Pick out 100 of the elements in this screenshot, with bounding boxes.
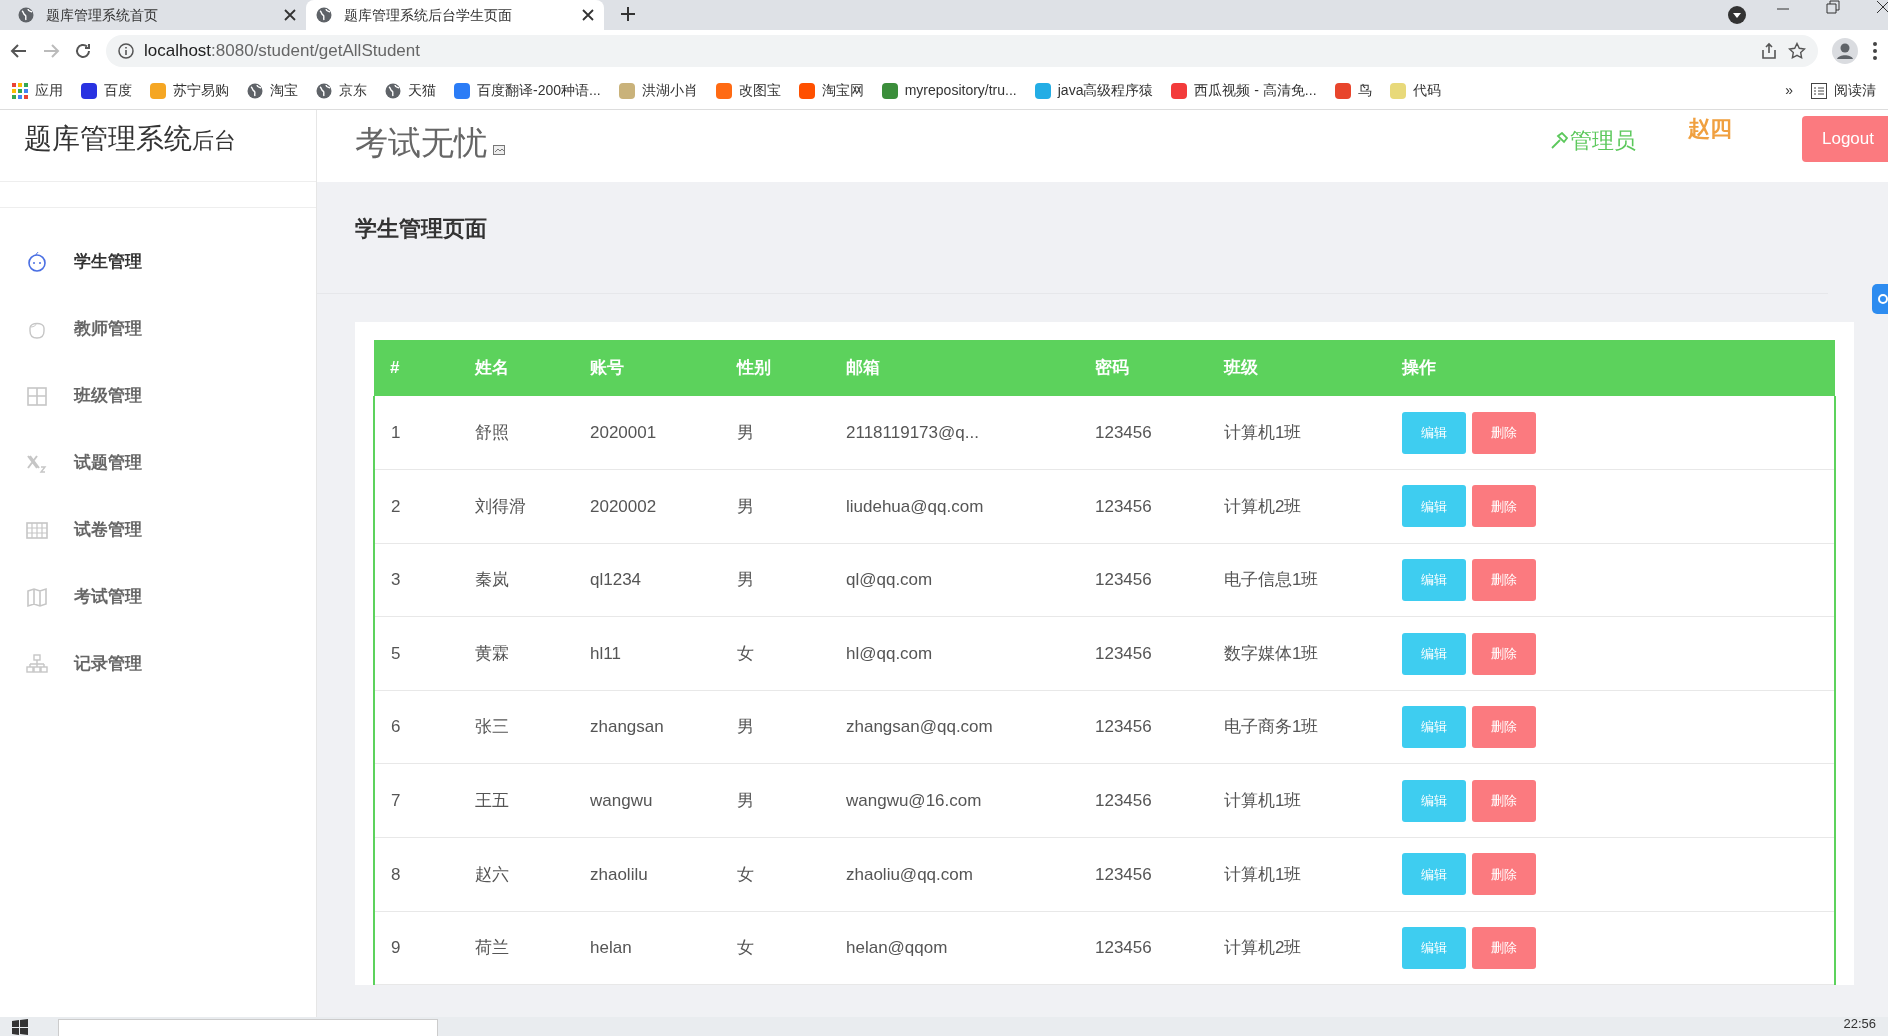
sidebar-item[interactable]: 试卷管理 xyxy=(0,496,316,563)
menu-icon[interactable] xyxy=(1872,41,1878,61)
table-cell: ql@qq.com xyxy=(830,543,1079,617)
info-icon[interactable] xyxy=(118,43,134,59)
apps-grid-icon xyxy=(12,82,28,99)
bookmark[interactable]: 西瓜视频 - 高清免... xyxy=(1171,80,1317,101)
bookmark[interactable]: 天猫 xyxy=(385,80,436,101)
bookmark[interactable]: 京东 xyxy=(316,80,367,101)
bookmark[interactable]: 鸟 xyxy=(1334,80,1372,101)
table-cell: 123456 xyxy=(1079,616,1208,691)
column-header: 邮箱 xyxy=(830,340,1079,396)
star-icon[interactable] xyxy=(1788,42,1806,60)
browser-tab[interactable]: 题库管理系统首页 xyxy=(8,0,306,30)
list-icon xyxy=(1811,82,1827,99)
bookmark[interactable]: 改图宝 xyxy=(715,80,781,101)
table-cell: 计算机1班 xyxy=(1208,763,1386,838)
sitemap-icon xyxy=(26,652,48,675)
restore-icon[interactable] xyxy=(1826,0,1840,14)
table-cell: hl@qq.com xyxy=(830,616,1079,691)
globe-icon xyxy=(385,82,401,99)
table-cell: 5 xyxy=(374,616,459,691)
student-face-icon xyxy=(26,250,48,273)
more-bookmarks-button[interactable]: » xyxy=(1785,80,1793,101)
bookmark[interactable]: 代码 xyxy=(1389,80,1441,101)
table-cell: 女 xyxy=(721,616,830,691)
sidebar-item[interactable]: 考试管理 xyxy=(0,563,316,630)
table-cell: 计算机2班 xyxy=(1208,469,1386,544)
share-icon[interactable] xyxy=(1760,42,1778,60)
bookmark[interactable]: 洪湖小肖 xyxy=(618,80,698,101)
map-icon xyxy=(26,585,48,608)
url-text: localhost:8080/student/getAllStudent xyxy=(144,40,421,63)
bookmark[interactable]: 百度翻译-200种语... xyxy=(454,80,601,101)
table-cell: wangwu xyxy=(574,763,721,838)
table-cell: 123456 xyxy=(1079,396,1208,470)
column-header: 姓名 xyxy=(459,340,574,396)
bookmark[interactable]: myrepository/tru... xyxy=(881,80,1017,101)
table-cell: helan xyxy=(574,911,721,985)
globe-icon xyxy=(18,7,34,23)
close-icon[interactable] xyxy=(284,9,296,21)
dropdown-icon[interactable] xyxy=(1728,6,1746,24)
hammer-icon xyxy=(1550,131,1568,150)
table-cell: 8 xyxy=(374,837,459,912)
bookmark[interactable]: 苏宁易购 xyxy=(150,80,229,101)
new-tab-icon[interactable] xyxy=(620,6,636,22)
clock-text: 22:56 xyxy=(1843,1017,1876,1030)
windows-icon[interactable] xyxy=(12,1019,28,1035)
table-cell: zhangsan xyxy=(574,690,721,764)
sidebar-item[interactable]: 记录管理 xyxy=(0,630,316,697)
globe-icon xyxy=(316,7,332,23)
table-cell: 黄霖 xyxy=(459,616,574,691)
table-cell: 123456 xyxy=(1079,911,1208,985)
table-cell: 男 xyxy=(721,690,830,764)
column-header: 性别 xyxy=(721,340,830,396)
table-cell: 刘得滑 xyxy=(459,469,574,544)
column-header: 操作 xyxy=(1386,340,1835,396)
bookmark[interactable]: 应用 xyxy=(12,80,63,101)
close-icon[interactable] xyxy=(1876,0,1888,14)
bookmark[interactable]: 淘宝 xyxy=(247,80,298,101)
table-cell: 123456 xyxy=(1079,690,1208,764)
broken-image-icon xyxy=(493,144,505,155)
table-cell: 女 xyxy=(721,911,830,985)
table-cell: 123456 xyxy=(1079,543,1208,617)
table-cell: zhangsan@qq.com xyxy=(830,690,1079,764)
back-icon[interactable] xyxy=(10,42,28,60)
column-header: 账号 xyxy=(574,340,721,396)
table-cell: 2020001 xyxy=(574,396,721,470)
side-widget-icon[interactable] xyxy=(1872,284,1888,314)
table-cell: 123456 xyxy=(1079,837,1208,912)
sidebar-item[interactable]: 试题管理 xyxy=(0,429,316,496)
table-cell: wangwu@16.com xyxy=(830,763,1079,838)
table-cell: 男 xyxy=(721,763,830,838)
table-cell: 2 xyxy=(374,469,459,544)
sidebar-item[interactable]: 教师管理 xyxy=(0,295,316,362)
browser-tab[interactable]: 题库管理系统后台学生页面 xyxy=(306,0,604,30)
table-cell: 7 xyxy=(374,763,459,838)
avatar-icon[interactable] xyxy=(1832,38,1858,64)
sidebar-item[interactable]: 学生管理 xyxy=(0,228,316,295)
table-cell: 6 xyxy=(374,690,459,764)
table-cell: 女 xyxy=(721,837,830,912)
reading-list-button[interactable]: 阅读清 xyxy=(1811,80,1876,101)
close-icon[interactable] xyxy=(582,9,594,21)
column-header: 班级 xyxy=(1208,340,1386,396)
table-cell: 123456 xyxy=(1079,469,1208,544)
reload-icon[interactable] xyxy=(74,42,92,60)
table-cell: 王五 xyxy=(459,763,574,838)
table-cell: 秦岚 xyxy=(459,543,574,617)
address-bar[interactable]: localhost:8080/student/getAllStudent xyxy=(106,35,1818,67)
table-cell: 张三 xyxy=(459,690,574,764)
bookmark[interactable]: java高级程序猿 xyxy=(1034,80,1154,101)
table-cell: 123456 xyxy=(1079,763,1208,838)
table-cell: 1 xyxy=(374,396,459,470)
table-cell: zhaoliu@qq.com xyxy=(830,837,1079,912)
bookmark[interactable]: 淘宝网 xyxy=(798,80,864,101)
bookmark[interactable]: 百度 xyxy=(81,80,132,101)
table-cell: 男 xyxy=(721,469,830,544)
table-cell: 电子商务1班 xyxy=(1208,690,1386,764)
user-name: 赵四 xyxy=(1688,115,1732,143)
sidebar-item[interactable]: 班级管理 xyxy=(0,362,316,429)
table-cell: 计算机1班 xyxy=(1208,396,1386,470)
brand-title: 题库管理系统后台 xyxy=(0,110,316,182)
